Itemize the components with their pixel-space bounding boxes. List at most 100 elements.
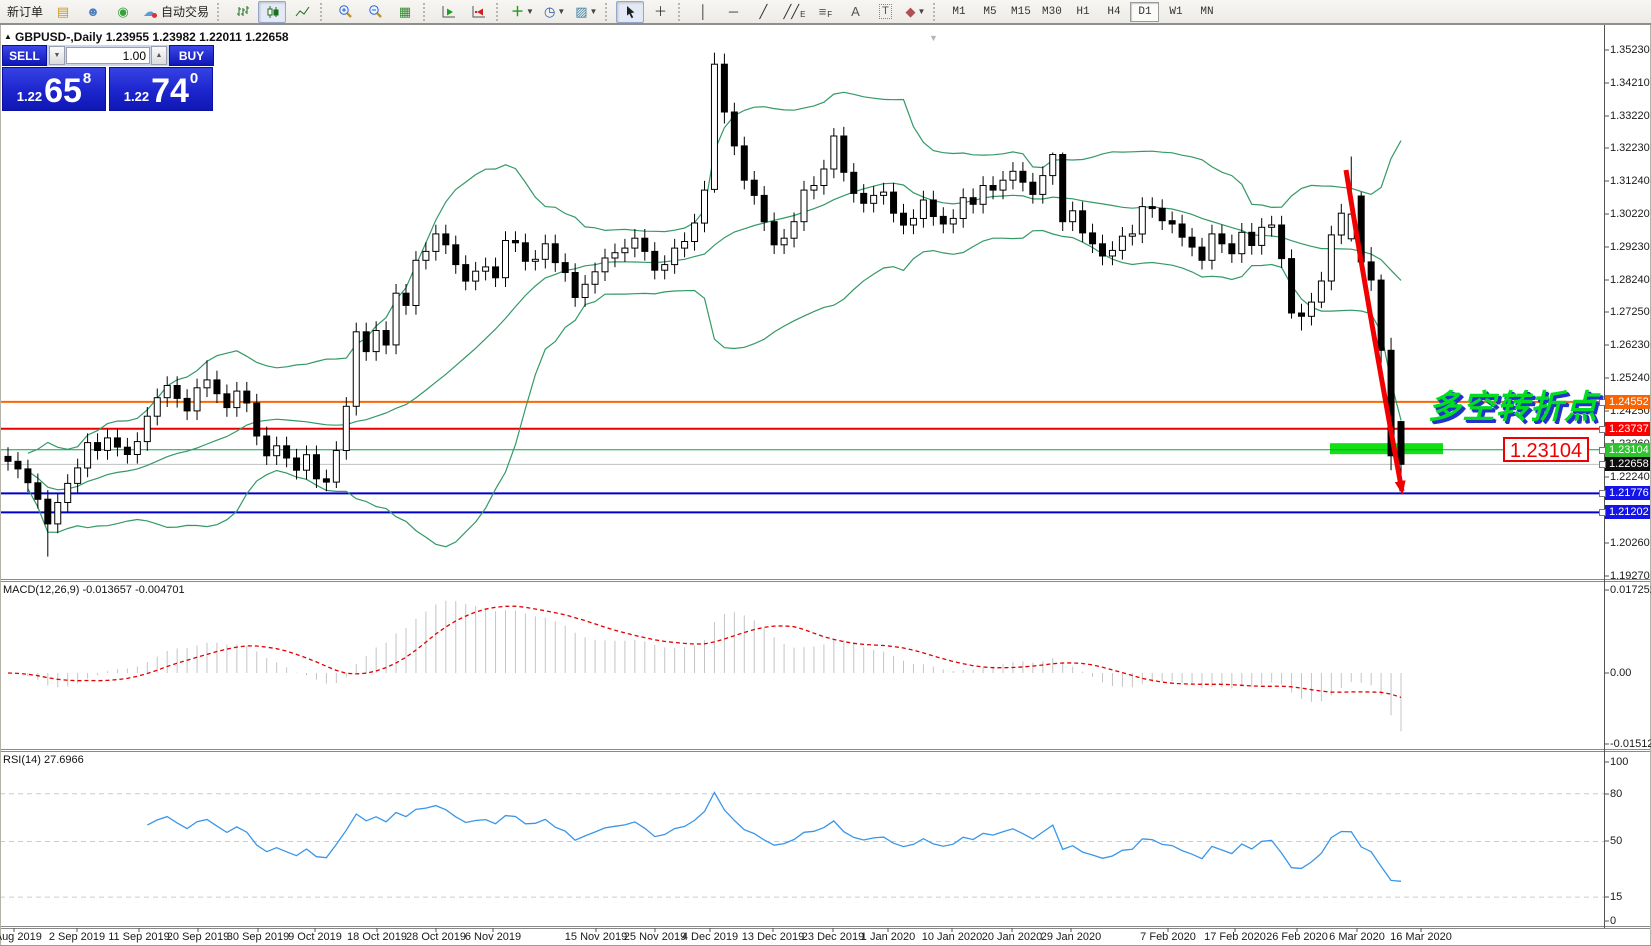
timeframe-mn-button[interactable]: MN [1192,2,1221,22]
timeframe-h1-button[interactable]: H1 [1068,2,1097,22]
toolbar-separator [496,3,502,21]
y-axis-label: 1.28240 [1610,274,1650,286]
volume-increase-button[interactable]: ▲ [151,46,167,65]
candlestick-chart-icon[interactable] [258,1,286,23]
y-axis-label: 1.30220 [1610,208,1650,220]
date-axis-label: 25 Nov 2019 [624,931,686,943]
volume-decrease-button[interactable]: ▼ [49,46,65,65]
autotrading-button[interactable]: ☁自动交易 [139,1,213,23]
tile-windows-icon[interactable]: ▦ [391,1,419,23]
bar-chart-icon[interactable] [228,1,256,23]
y-axis-label: 1.34210 [1610,77,1650,89]
buy-price-pip: 0 [190,70,198,87]
templates-button[interactable]: ▨▼ [571,1,601,23]
periods-button[interactable]: ◷▼ [540,1,569,23]
date-axis-label: 28 Oct 2019 [406,931,466,943]
mt4-window: 新订单▤☻◉☁自动交易 ▦ ＋▼◷▼▨▼ ＋ │─╱╱╱E≡FAT◆▼ M1M5M15M3… [0,0,1651,946]
y-axis-label: 1.31240 [1610,175,1650,187]
toolbar-separator [678,3,684,21]
buy-price-block[interactable]: 1.22 74 0 [109,67,213,111]
toolbar-separator [217,3,223,21]
toolbar-separator [423,3,429,21]
one-click-trading-panel: SELL ▼ ▲ BUY 1.22 65 8 1.22 74 0 [2,45,214,111]
date-axis-label: 1 Jan 2020 [861,931,915,943]
date-axis-label: 20 Sep 2019 [167,931,229,943]
y-axis-label: 1.32230 [1610,142,1650,154]
date-axis-label: 26 Feb 2020 [1266,931,1328,943]
history-data-icon[interactable]: ▤ [49,1,77,23]
y-axis-label: 0 [1610,915,1616,927]
y-axis-label: 1.33220 [1610,110,1650,122]
date-axis-label: 4 Dec 2019 [682,931,738,943]
y-axis-label: 1.25240 [1610,372,1650,384]
toolbar: 新订单▤☻◉☁自动交易 ▦ ＋▼◷▼▨▼ ＋ │─╱╱╱E≡FAT◆▼ M1M5M15M3… [0,0,1651,24]
timeframe-m5-button[interactable]: M5 [975,2,1004,22]
crosshair-icon[interactable]: ＋ [646,1,674,23]
auto-scroll-icon[interactable] [434,1,462,23]
y-axis-label: 1.29230 [1610,241,1650,253]
community-icon[interactable]: ☻ [79,1,107,23]
text-icon[interactable]: A [841,1,869,23]
buy-button[interactable]: BUY [169,45,214,66]
new-order-button[interactable]: 新订单 [3,1,47,23]
chart-title-marker-icon: ▲ [4,32,12,41]
ohlc-values: 1.23955 1.23982 1.22011 1.22658 [106,30,289,44]
vertical-line-icon[interactable]: │ [689,1,717,23]
date-axis-label: 23 Dec 2019 [802,931,864,943]
chart-shift-marker-icon: ▼ [929,33,938,43]
y-axis-label: 1.35230 [1610,44,1650,56]
sell-button[interactable]: SELL [2,45,47,66]
line-chart-icon[interactable] [288,1,316,23]
chart-shift-icon[interactable] [464,1,492,23]
price-level-badge: 1.23737 [1605,422,1650,436]
arrows-button[interactable]: ◆▼ [901,1,929,23]
y-axis-label: 0.00 [1610,667,1631,679]
symbol-period: GBPUSD-,Daily [15,30,102,44]
timeframe-m1-button[interactable]: M1 [944,2,973,22]
date-axis-label: 16 Mar 2020 [1390,931,1452,943]
y-axis-label: 1.26230 [1610,339,1650,351]
date-axis-label: 13 Dec 2019 [742,931,804,943]
date-axis-label: 18 Oct 2019 [347,931,407,943]
annotation-text[interactable]: 多空转折点 [1428,380,1598,428]
timeframe-m30-button[interactable]: M30 [1037,2,1066,22]
date-axis-label: 30 Sep 2019 [227,931,289,943]
timeframe-d1-button[interactable]: D1 [1130,2,1159,22]
price-level-badge: 1.21202 [1605,505,1650,519]
buy-price-main: 74 [151,76,189,106]
y-axis-label: 15 [1610,891,1622,903]
chart-canvas[interactable] [0,0,1651,945]
cursor-icon[interactable] [616,1,644,23]
fibonacci-icon[interactable]: ≡F [811,1,839,23]
toolbar-separator [933,3,939,21]
zoom-in-icon[interactable] [331,1,359,23]
signals-icon[interactable]: ◉ [109,1,137,23]
price-label-box[interactable]: 1.23104 [1503,437,1589,462]
timeframe-w1-button[interactable]: W1 [1161,2,1190,22]
price-level-badge: 1.23104 [1605,443,1650,457]
price-level-badge: 1.21776 [1605,486,1650,500]
text-label-icon[interactable]: T [871,1,899,23]
toolbar-separator [605,3,611,21]
date-axis-label: 9 Oct 2019 [288,931,342,943]
buy-price-prefix: 1.22 [124,89,149,104]
price-level-badge: 1.22658 [1605,457,1650,471]
toolbar-separator [320,3,326,21]
channel-icon[interactable]: ╱╱E [779,1,809,23]
y-axis-label: -0.015128 [1610,738,1651,750]
trendline-icon[interactable]: ╱ [749,1,777,23]
date-axis-label: 6 Mar 2020 [1329,931,1385,943]
volume-input[interactable] [66,47,150,64]
date-axis-label: 17 Feb 2020 [1204,931,1266,943]
date-axis-label: 15 Nov 2019 [565,931,627,943]
timeframe-h4-button[interactable]: H4 [1099,2,1128,22]
horizontal-line-icon[interactable]: ─ [719,1,747,23]
zoom-out-icon[interactable] [361,1,389,23]
y-axis-label: 1.27250 [1610,306,1650,318]
sell-price-block[interactable]: 1.22 65 8 [2,67,106,111]
timeframe-m15-button[interactable]: M15 [1006,2,1035,22]
y-axis-label: 1.20260 [1610,537,1650,549]
y-axis-label: 1.22240 [1610,471,1650,483]
indicators-button[interactable]: ＋▼ [507,1,538,23]
sell-price-pip: 8 [83,70,91,87]
